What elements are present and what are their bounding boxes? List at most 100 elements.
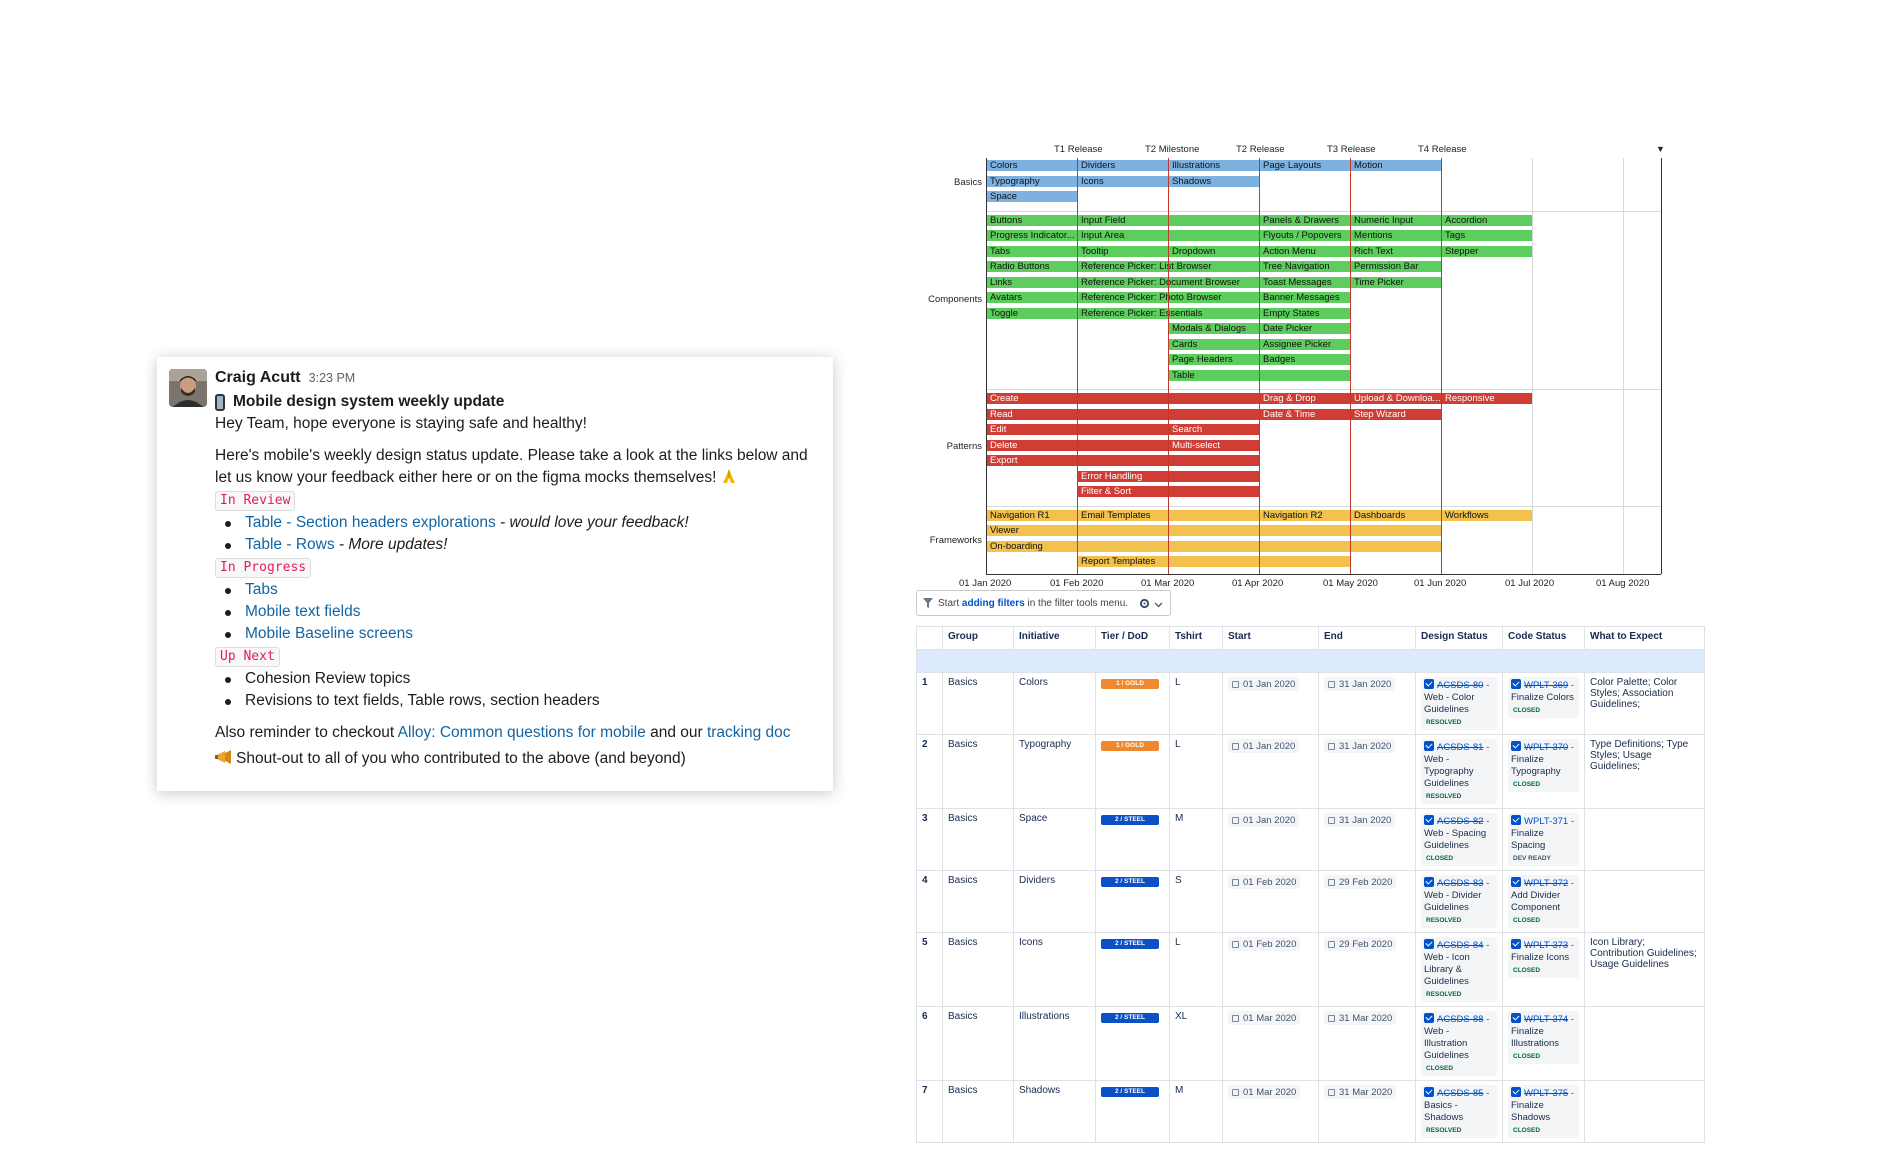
issue-key[interactable]: ACSDS-82 — [1437, 816, 1483, 827]
gantt-bar[interactable]: Colors — [987, 160, 1077, 171]
code-jira-card[interactable]: WPLT-372 - Add Divider Component CLOSED — [1508, 875, 1579, 928]
gantt-bar[interactable] — [1260, 369, 1350, 381]
gantt-bar[interactable]: Badges — [1260, 354, 1350, 365]
table-selected-row[interactable] — [916, 649, 1705, 673]
link-mobile-text-fields[interactable]: Mobile text fields — [245, 603, 360, 620]
gantt-bar[interactable]: Dividers — [1078, 160, 1168, 171]
table-row[interactable]: 4 Basics Dividers 2 / STEEL S 01 Feb 2020 29 F… — [916, 870, 1705, 933]
start-date[interactable]: 01 Feb 2020 — [1228, 937, 1301, 951]
end-date[interactable]: 31 Mar 2020 — [1324, 1085, 1397, 1099]
column-header-what-to-expect[interactable]: What to Expect — [1584, 626, 1705, 650]
gear-icon[interactable] — [1139, 598, 1150, 609]
column-header-tier-dod[interactable]: Tier / DoD — [1095, 626, 1170, 650]
design-jira-card[interactable]: ACSDS-83 - Web - Divider Guidelines RESOL… — [1421, 875, 1497, 928]
end-date[interactable]: 29 Feb 2020 — [1324, 875, 1397, 889]
gantt-bar[interactable]: Date & Time — [1260, 408, 1350, 420]
gantt-bar[interactable]: Responsive — [1442, 393, 1532, 404]
end-date[interactable]: 31 Jan 2020 — [1324, 677, 1396, 691]
issue-key[interactable]: WPLT-375 — [1524, 1088, 1568, 1099]
gantt-bar[interactable]: Numeric Input — [1351, 214, 1441, 226]
gantt-bar[interactable]: Toast Messages — [1260, 276, 1350, 288]
issue-key[interactable]: WPLT-371 — [1524, 816, 1568, 827]
gantt-bar[interactable]: Viewer — [987, 525, 1441, 536]
code-jira-card[interactable]: WPLT-373 - Finalize Icons CLOSED — [1508, 937, 1579, 978]
filter-bar[interactable]: Start adding filters in the filter tools… — [916, 590, 1171, 616]
code-jira-card[interactable]: WPLT-374 - Finalize Illustrations CLOSED — [1508, 1011, 1579, 1064]
link-tabs[interactable]: Tabs — [245, 581, 278, 598]
gantt-bar[interactable]: Drag & Drop — [1260, 393, 1350, 404]
table-row[interactable]: 5 Basics Icons 2 / STEEL L 01 Feb 2020 29 Feb … — [916, 932, 1705, 1007]
start-date[interactable]: 01 Jan 2020 — [1228, 739, 1300, 753]
column-header-tshirt[interactable]: Tshirt — [1169, 626, 1223, 650]
design-jira-card[interactable]: ACSDS-88 - Web - Illustration Guidelines… — [1421, 1011, 1497, 1076]
start-date[interactable]: 01 Mar 2020 — [1228, 1011, 1301, 1025]
gantt-bar[interactable]: Tree Navigation — [1260, 261, 1350, 272]
gantt-bar[interactable]: Typography — [987, 175, 1077, 187]
gantt-bar[interactable]: Read — [987, 408, 1259, 420]
design-jira-card[interactable]: ACSDS-82 - Web - Spacing Guidelines CLOSE… — [1421, 813, 1497, 866]
issue-key[interactable]: WPLT-370 — [1524, 742, 1568, 753]
chevron-down-icon[interactable] — [1154, 600, 1163, 607]
gantt-bar[interactable]: Export — [987, 455, 1259, 466]
link-table-rows[interactable]: Table - Rows — [245, 536, 335, 553]
scroll-marker-icon[interactable]: ▼ — [1656, 144, 1665, 154]
gantt-bar[interactable]: Step Wizard — [1351, 408, 1441, 420]
gantt-bar[interactable]: Tabs — [987, 245, 1077, 257]
gantt-bar[interactable]: Action Menu — [1260, 245, 1350, 257]
gantt-bar[interactable]: Date Picker — [1260, 323, 1350, 334]
message-author[interactable]: Craig Acutt — [215, 367, 301, 389]
gantt-bar[interactable]: Create — [987, 393, 1259, 404]
gantt-bar[interactable]: Avatars — [987, 292, 1077, 303]
design-jira-card[interactable]: ACSDS-84 - Web - Icon Library & Guidelin… — [1421, 937, 1497, 1002]
gantt-bar[interactable]: Tags — [1442, 230, 1532, 241]
issue-key[interactable]: ACSDS-85 — [1437, 1088, 1483, 1099]
gantt-bar[interactable]: Icons — [1078, 175, 1168, 187]
column-header-code-status[interactable]: Code Status — [1502, 626, 1585, 650]
gantt-bar[interactable]: Space — [987, 191, 1077, 202]
gantt-bar[interactable]: Search — [1169, 424, 1259, 435]
link-table-section-headers[interactable]: Table - Section headers explorations — [245, 514, 496, 531]
issue-key[interactable]: WPLT-374 — [1524, 1014, 1568, 1025]
issue-key[interactable]: ACSDS-83 — [1437, 878, 1483, 889]
code-jira-card[interactable]: WPLT-371 - Finalize Spacing DEV READY — [1508, 813, 1579, 866]
gantt-bar[interactable]: Stepper — [1442, 245, 1532, 257]
issue-key[interactable]: ACSDS-80 — [1437, 680, 1483, 691]
gantt-bar[interactable]: Links — [987, 276, 1077, 288]
table-row[interactable]: 2 Basics Typography 1 / GOLD L 01 Jan 2020 31 … — [916, 734, 1705, 809]
issue-key[interactable]: WPLT-369 — [1524, 680, 1568, 691]
gantt-bar[interactable]: Table — [1169, 369, 1259, 381]
gantt-bar[interactable]: Rich Text — [1351, 245, 1441, 257]
gantt-bar[interactable]: Page Layouts — [1260, 160, 1350, 171]
gantt-bar[interactable]: Multi-select — [1169, 439, 1259, 451]
column-header-start[interactable]: Start — [1222, 626, 1319, 650]
table-row[interactable]: 3 Basics Space 2 / STEEL M 01 Jan 2020 31 Jan … — [916, 808, 1705, 871]
gantt-bar[interactable]: Navigation R1 — [987, 509, 1077, 521]
link-tracking-doc[interactable]: tracking doc — [707, 724, 791, 741]
gantt-bar[interactable]: Empty States — [1260, 307, 1350, 319]
gantt-bar[interactable]: Workflows — [1442, 509, 1532, 521]
gantt-bar[interactable]: Permission Bar — [1351, 261, 1441, 272]
gantt-bar[interactable]: Toggle — [987, 307, 1077, 319]
issue-key[interactable]: WPLT-373 — [1524, 940, 1568, 951]
message-timestamp[interactable]: 3:23 PM — [309, 367, 356, 389]
gantt-bar[interactable]: Radio Buttons — [987, 261, 1077, 272]
gantt-bar[interactable]: Accordion — [1442, 214, 1532, 226]
start-date[interactable]: 01 Feb 2020 — [1228, 875, 1301, 889]
adding-filters-link[interactable]: adding filters — [962, 598, 1025, 609]
gantt-bar[interactable]: Dashboards — [1351, 509, 1441, 521]
end-date[interactable]: 31 Jan 2020 — [1324, 813, 1396, 827]
avatar[interactable] — [169, 369, 207, 407]
code-jira-card[interactable]: WPLT-375 - Finalize Shadows CLOSED — [1508, 1085, 1579, 1138]
end-date[interactable]: 31 Jan 2020 — [1324, 739, 1396, 753]
link-mobile-baseline-screens[interactable]: Mobile Baseline screens — [245, 625, 413, 642]
code-jira-card[interactable]: WPLT-369 - Finalize Colors CLOSED — [1508, 677, 1579, 718]
design-jira-card[interactable]: ACSDS-81 - Web - Typography Guidelines RE… — [1421, 739, 1497, 804]
column-header-end[interactable]: End — [1318, 626, 1416, 650]
issue-key[interactable]: ACSDS-88 — [1437, 1014, 1483, 1025]
gantt-bar[interactable]: Navigation R2 — [1260, 509, 1350, 521]
gantt-bar[interactable]: Time Picker — [1351, 276, 1441, 288]
column-header-design-status[interactable]: Design Status — [1415, 626, 1503, 650]
gantt-bar[interactable]: Assignee Picker — [1260, 338, 1350, 350]
gantt-bar[interactable]: Mentions — [1351, 230, 1441, 241]
end-date[interactable]: 29 Feb 2020 — [1324, 937, 1397, 951]
